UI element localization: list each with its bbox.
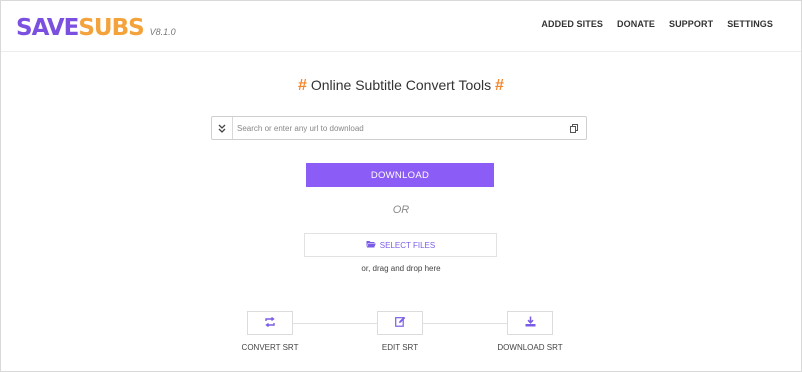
edit-srt-button[interactable] — [377, 311, 423, 335]
nav-added-sites[interactable]: ADDED SITES — [541, 19, 603, 29]
title-hash-right: # — [495, 77, 504, 94]
logo[interactable]: SAVESUBS V8.1.0 — [16, 13, 176, 41]
select-files-button[interactable]: SELECT FILES — [304, 233, 497, 257]
double-chevron-down-icon[interactable] — [212, 117, 233, 139]
folder-open-icon — [366, 240, 376, 250]
logo-prefix: SAVE — [16, 15, 79, 41]
search-input[interactable] — [233, 122, 566, 134]
select-files-label: SELECT FILES — [379, 240, 436, 250]
nav-support[interactable]: SUPPORT — [669, 19, 713, 29]
logo-suffix: SUBS — [78, 15, 144, 41]
convert-srt-label: CONVERT SRT — [241, 343, 299, 352]
download-button[interactable]: DOWNLOAD — [306, 163, 494, 187]
nav-donate[interactable]: DONATE — [617, 19, 655, 29]
edit-icon — [394, 314, 406, 332]
download-srt-button[interactable] — [507, 311, 553, 335]
download-srt-label: DOWNLOAD SRT — [497, 343, 563, 352]
page-title: # Online Subtitle Convert Tools # — [1, 77, 801, 95]
main-nav: ADDED SITES DONATE SUPPORT SETTINGS — [541, 19, 773, 29]
or-divider: OR — [392, 204, 410, 216]
edit-srt-label: EDIT SRT — [381, 343, 419, 352]
logo-text: SAVESUBS — [16, 15, 145, 41]
search-bar — [211, 116, 587, 140]
paste-icon[interactable] — [566, 117, 582, 139]
nav-settings[interactable]: SETTINGS — [727, 19, 773, 29]
convert-srt-button[interactable] — [247, 311, 293, 335]
drag-drop-hint: or, drag and drop here — [361, 264, 441, 273]
download-icon — [525, 314, 536, 332]
repeat-icon — [264, 314, 276, 332]
version-label: V8.1.0 — [149, 27, 176, 37]
title-text: Online Subtitle Convert Tools — [310, 77, 492, 93]
top-header: SAVESUBS V8.1.0 ADDED SITES DONATE SUPPO… — [1, 1, 801, 52]
title-hash-left: # — [298, 77, 307, 94]
